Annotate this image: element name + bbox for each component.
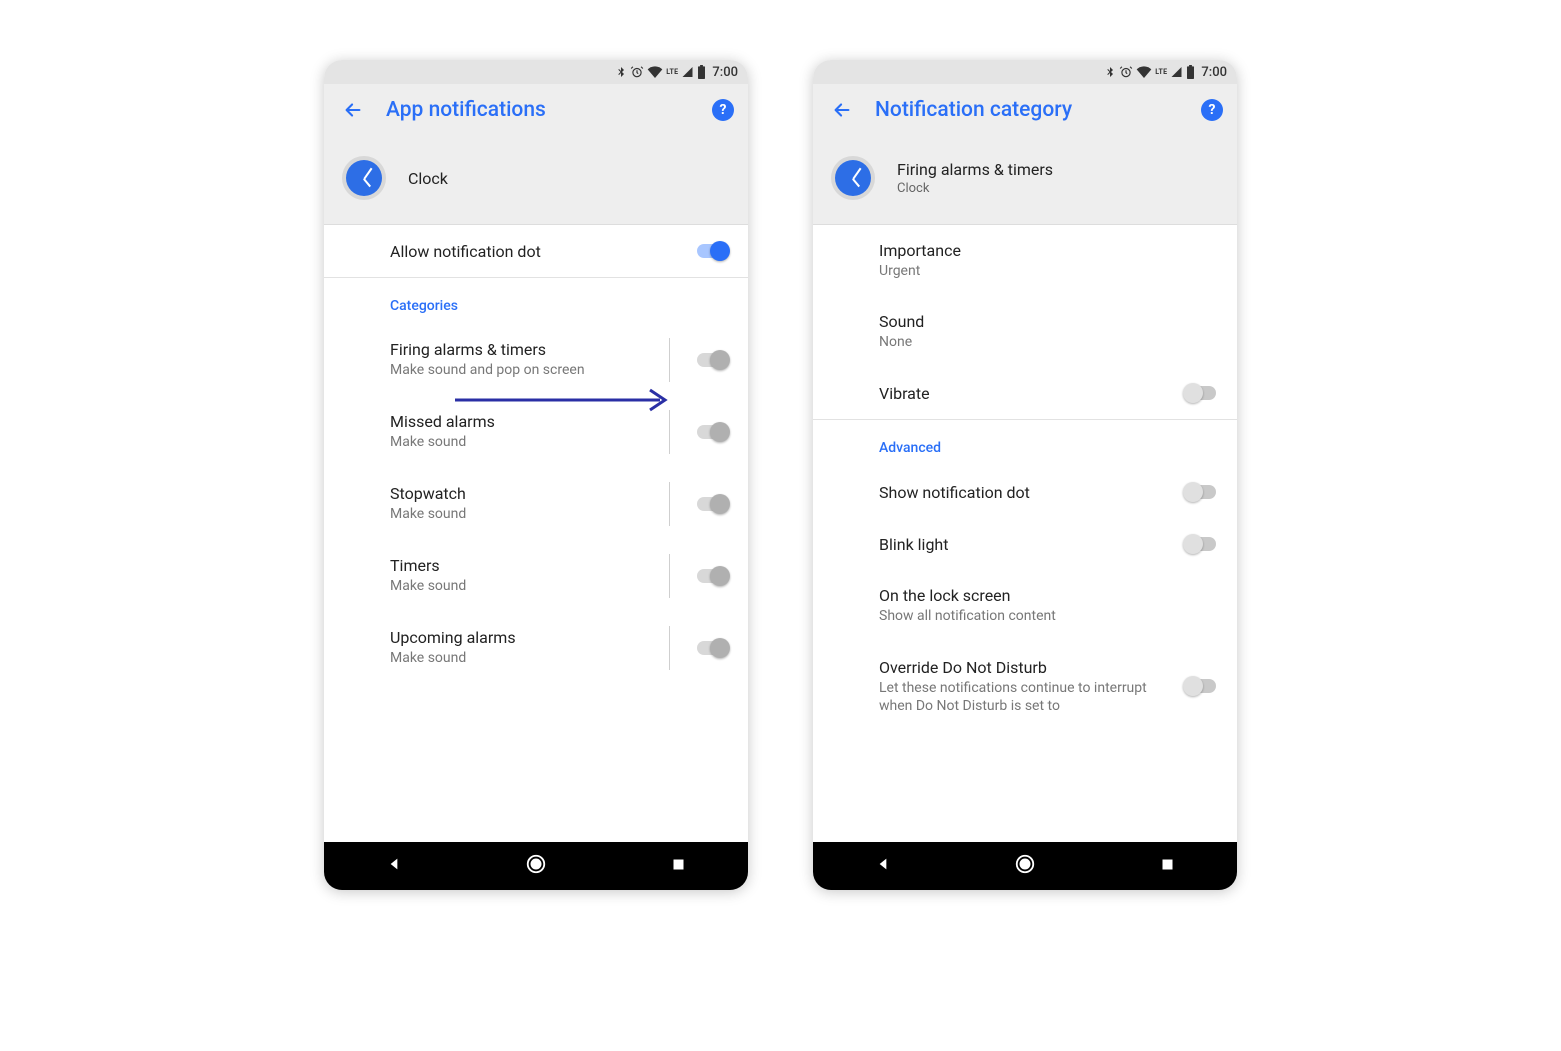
blink-light-row[interactable]: Blink light [813,518,1237,570]
category-switch[interactable] [694,494,730,514]
sound-row[interactable]: Sound None [813,296,1237,367]
back-button[interactable] [342,99,364,121]
blink-switch[interactable] [1183,534,1219,554]
category-stopwatch[interactable]: Stopwatch Make sound [324,468,748,540]
category-upcoming-alarms[interactable]: Upcoming alarms Make sound [324,612,748,684]
page-title: App notifications [386,98,712,122]
vibrate-row[interactable]: Vibrate [813,367,1237,420]
show-dot-switch[interactable] [1183,482,1219,502]
wifi-icon [647,66,663,78]
bluetooth-icon [615,65,627,79]
bluetooth-icon [1104,65,1116,79]
blink-label: Blink light [879,535,1173,554]
category-switch[interactable] [694,350,730,370]
nav-recent-icon[interactable] [671,857,686,876]
nav-back-icon[interactable] [386,856,402,876]
nav-recent-icon[interactable] [1160,857,1175,876]
vibrate-label: Vibrate [879,384,1173,403]
dnd-label: Override Do Not Disturb [879,658,1173,677]
sound-label: Sound [879,312,1219,331]
clock-app-icon [831,156,875,200]
show-dot-label: Show notification dot [879,483,1173,502]
category-sub: Make sound [390,649,653,667]
category-missed-alarms[interactable]: Missed alarms Make sound [324,396,748,468]
alarm-icon [1119,65,1133,79]
show-dot-row[interactable]: Show notification dot [813,466,1237,518]
category-title: Timers [390,556,653,575]
category-title: Stopwatch [390,484,653,503]
phone-notification-category: LTE 7:00 Notification category ? Firing … [813,60,1237,890]
nav-back-icon[interactable] [875,856,891,876]
battery-icon [697,65,706,79]
category-divider [669,626,670,670]
category-switch[interactable] [694,566,730,586]
clock-app-icon [342,156,386,200]
navigation-bar [324,842,748,890]
wifi-icon [1136,66,1152,78]
vibrate-switch[interactable] [1183,383,1219,403]
back-button[interactable] [831,99,853,121]
nav-home-icon[interactable] [1014,853,1036,879]
status-bar: LTE 7:00 [324,60,748,84]
category-timers[interactable]: Timers Make sound [324,540,748,612]
alarm-icon [630,65,644,79]
category-sub: Make sound and pop on screen [390,361,653,379]
category-divider [669,554,670,598]
app-name-label: Clock [408,169,448,188]
lock-screen-row[interactable]: On the lock screen Show all notification… [813,570,1237,641]
importance-value: Urgent [879,262,1219,280]
dnd-sub: Let these notifications continue to inte… [879,679,1173,715]
battery-icon [1186,65,1195,79]
signal-icon [681,66,694,78]
lte-icon: LTE [1155,68,1167,76]
channel-sub-label: Clock [897,181,1053,196]
importance-row[interactable]: Importance Urgent [813,225,1237,296]
category-title: Firing alarms & timers [390,340,653,359]
override-dnd-row[interactable]: Override Do Not Disturb Let these notifi… [813,642,1237,731]
category-switch[interactable] [694,638,730,658]
header: Notification category ? Firing alarms & … [813,84,1237,225]
header: App notifications ? Clock [324,84,748,225]
lock-label: On the lock screen [879,586,1219,605]
phone-app-notifications: LTE 7:00 App notifications ? Clock [324,60,748,890]
help-icon[interactable]: ? [712,99,734,121]
allow-dot-label: Allow notification dot [390,242,684,261]
channel-name-label: Firing alarms & timers [897,160,1053,179]
content-area: Importance Urgent Sound None Vibrate Adv… [813,225,1237,842]
category-title: Upcoming alarms [390,628,653,647]
category-title: Missed alarms [390,412,653,431]
help-icon[interactable]: ? [1201,99,1223,121]
category-firing-alarms[interactable]: Firing alarms & timers Make sound and po… [324,324,748,396]
dnd-switch[interactable] [1183,676,1219,696]
allow-notification-dot-row[interactable]: Allow notification dot [324,225,748,278]
category-switch[interactable] [694,422,730,442]
lte-icon: LTE [666,68,678,76]
clock-time: 7:00 [712,65,738,80]
sound-value: None [879,333,1219,351]
category-divider [669,482,670,526]
category-sub: Make sound [390,505,653,523]
category-divider [669,410,670,454]
app-header-row: Clock [324,136,748,224]
content-area: Allow notification dot Categories Firing… [324,225,748,842]
lock-value: Show all notification content [879,607,1219,625]
signal-icon [1170,66,1183,78]
navigation-bar [813,842,1237,890]
categories-header: Categories [324,278,748,324]
allow-dot-switch[interactable] [694,241,730,261]
category-sub: Make sound [390,433,653,451]
category-divider [669,338,670,382]
importance-label: Importance [879,241,1219,260]
category-sub: Make sound [390,577,653,595]
status-bar: LTE 7:00 [813,60,1237,84]
clock-time: 7:00 [1201,65,1227,80]
nav-home-icon[interactable] [525,853,547,879]
advanced-header: Advanced [813,420,1237,466]
channel-header-row: Firing alarms & timers Clock [813,136,1237,224]
page-title: Notification category [875,98,1201,122]
